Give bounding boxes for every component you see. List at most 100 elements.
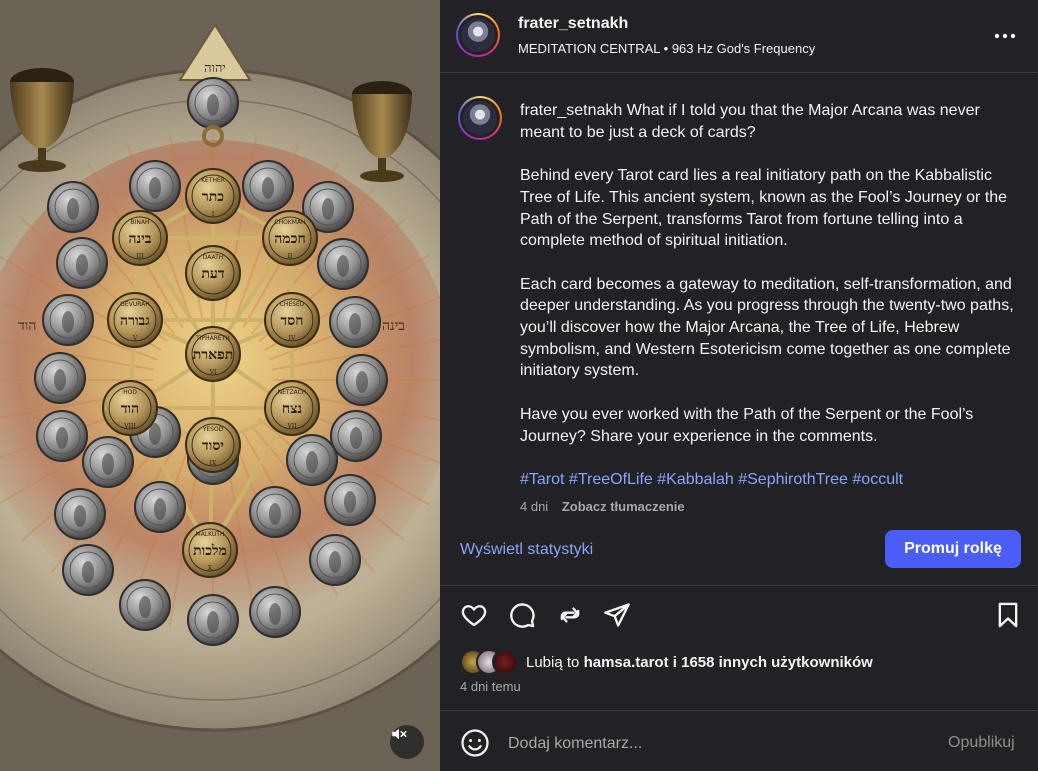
tarot-coin bbox=[34, 352, 86, 404]
likes-text: Lubią to hamsa.tarot i 1658 innych użytk… bbox=[526, 654, 873, 671]
caption-time[interactable]: 4 dni bbox=[520, 499, 548, 514]
likes-count[interactable]: i 1658 innych użytkowników bbox=[673, 654, 873, 671]
tree-of-life-photo: יהוה כתרKETHERIבינהBINAHIIIחכמהCHOKMAHII… bbox=[0, 0, 440, 771]
svg-text:VII: VII bbox=[286, 423, 297, 430]
caption-avatar[interactable] bbox=[458, 96, 502, 140]
caption-paragraph: Each card becomes a gateway to meditatio… bbox=[520, 275, 1014, 380]
comment-input[interactable] bbox=[506, 731, 910, 757]
tarot-coin bbox=[249, 586, 301, 638]
svg-text:דעת: דעת bbox=[201, 266, 224, 282]
svg-text:TIPHARETH: TIPHARETH bbox=[195, 335, 230, 342]
caption-meta: 4 dni Zobacz tłumaczenie bbox=[520, 499, 685, 514]
tarot-coin bbox=[62, 544, 114, 596]
caption-paragraph: Behind every Tarot card lies a real init… bbox=[520, 167, 1008, 250]
speaker-muted-icon bbox=[392, 728, 407, 740]
svg-text:HOD: HOD bbox=[123, 389, 137, 396]
svg-text:הוד: הוד bbox=[121, 401, 139, 417]
promote-reel-button[interactable]: Promuj rolkę bbox=[885, 530, 1021, 568]
post-timestamp[interactable]: 4 dni temu bbox=[460, 679, 521, 694]
svg-text:CHESED: CHESED bbox=[280, 301, 305, 308]
sephira-coin: תפארת TIPHARETH VI bbox=[185, 326, 241, 382]
tarot-coin bbox=[134, 481, 186, 533]
post-details-panel: frater_setnakh MEDITATION CENTRAL • 963 … bbox=[440, 0, 1038, 771]
hashtag-link[interactable]: #Tarot bbox=[520, 471, 564, 488]
svg-text:IV: IV bbox=[289, 335, 296, 342]
svg-text:חסד: חסד bbox=[281, 313, 304, 329]
svg-text:X: X bbox=[208, 565, 213, 572]
svg-text:CHOKMAH: CHOKMAH bbox=[274, 219, 305, 226]
svg-text:חכמה: חכמה bbox=[274, 231, 305, 247]
tarot-coin bbox=[119, 579, 171, 631]
repost-icon[interactable] bbox=[556, 601, 584, 629]
see-translation-link[interactable]: Zobacz tłumaczenie bbox=[562, 499, 685, 514]
divider bbox=[440, 585, 1038, 586]
svg-text:יסוד: יסוד bbox=[202, 438, 224, 454]
liker-username[interactable]: hamsa.tarot bbox=[584, 654, 669, 671]
tarot-coin bbox=[249, 486, 301, 538]
more-options-icon[interactable] bbox=[992, 25, 1018, 45]
emoji-icon[interactable] bbox=[460, 728, 490, 758]
svg-text:בינה: בינה bbox=[382, 318, 405, 334]
sephira-coin: דעת DAATH bbox=[185, 245, 241, 301]
publish-comment-button[interactable]: Opublikuj bbox=[948, 734, 1015, 752]
tarot-coin bbox=[36, 410, 88, 462]
mute-button[interactable] bbox=[390, 725, 424, 759]
tarot-coin bbox=[242, 160, 294, 212]
comment-icon[interactable] bbox=[508, 601, 536, 629]
tarot-coin bbox=[187, 77, 239, 129]
svg-text:II: II bbox=[288, 253, 293, 260]
svg-text:MALKUTH: MALKUTH bbox=[196, 531, 225, 538]
post-header: frater_setnakh MEDITATION CENTRAL • 963 … bbox=[440, 0, 1038, 73]
tarot-coin bbox=[82, 436, 134, 488]
tarot-coin bbox=[324, 474, 376, 526]
bookmark-icon[interactable] bbox=[994, 601, 1022, 629]
sephira-coin: הוד HOD VIII bbox=[102, 380, 158, 436]
view-insights-link[interactable]: Wyświetl statystyki bbox=[460, 541, 593, 559]
svg-text:יהוה: יהוה bbox=[204, 61, 226, 76]
tarot-coin bbox=[336, 354, 388, 406]
reel-video[interactable]: יהוה כתר KETHER I בינה BINAH III חכמה CHOKMAH II… bbox=[0, 0, 440, 771]
svg-text:VI: VI bbox=[209, 369, 217, 376]
sephira-coin: נצח NETZACH VII bbox=[264, 380, 320, 436]
audio-subtitle[interactable]: MEDITATION CENTRAL • 963 Hz God's Freque… bbox=[518, 41, 815, 56]
send-icon[interactable] bbox=[603, 601, 631, 629]
caption-section: frater_setnakh What if I told you that t… bbox=[440, 72, 1038, 514]
liker-avatar[interactable] bbox=[492, 649, 518, 675]
hashtag-link[interactable]: #Kabbalah bbox=[657, 471, 734, 488]
heart-icon[interactable] bbox=[460, 601, 488, 629]
svg-text:GEVURAH: GEVURAH bbox=[120, 301, 149, 308]
svg-text:תפארת: תפארת bbox=[193, 347, 234, 363]
tarot-coin bbox=[56, 237, 108, 289]
likes-summary: Lubią to hamsa.tarot i 1658 innych użytk… bbox=[460, 649, 873, 675]
tarot-coin bbox=[286, 434, 338, 486]
svg-text:KETHER: KETHER bbox=[201, 177, 225, 184]
author-username[interactable]: frater_setnakh bbox=[518, 15, 628, 33]
svg-text:DAATH: DAATH bbox=[203, 254, 224, 261]
tarot-coin bbox=[54, 488, 106, 540]
sephira-coin: יסוד YESOD IX bbox=[185, 417, 241, 473]
reel-post-view: יהוה כתר KETHER I בינה BINAH III חכמה CHOKMAH II… bbox=[0, 0, 1038, 771]
tarot-coin bbox=[187, 594, 239, 646]
tarot-coin bbox=[309, 534, 361, 586]
tarot-coin bbox=[42, 294, 94, 346]
hashtag-link[interactable]: #TreeOfLife bbox=[569, 471, 653, 488]
hashtag-link[interactable]: #SephirothTree bbox=[738, 471, 848, 488]
svg-text:V: V bbox=[132, 335, 138, 342]
caption-username[interactable]: frater_setnakh bbox=[520, 102, 622, 119]
svg-text:נצח: נצח bbox=[282, 401, 302, 417]
post-caption: frater_setnakh What if I told you that t… bbox=[520, 100, 1020, 512]
svg-text:גבורה: גבורה bbox=[120, 313, 150, 329]
author-avatar[interactable] bbox=[456, 13, 500, 57]
hashtag-link[interactable]: #occult bbox=[852, 471, 903, 488]
tarot-coin bbox=[330, 410, 382, 462]
svg-text:BINAH: BINAH bbox=[131, 219, 150, 226]
divider bbox=[440, 710, 1038, 711]
tarot-coin bbox=[129, 160, 181, 212]
hashtags: #Tarot #TreeOfLife #Kabbalah #SephirothT… bbox=[520, 469, 1020, 491]
svg-text:מלכות: מלכות bbox=[193, 543, 227, 559]
svg-text:YESOD: YESOD bbox=[202, 426, 224, 433]
caption-paragraph: Have you ever worked with the Path of th… bbox=[520, 405, 974, 445]
tarot-coin bbox=[329, 296, 381, 348]
sephira-coin: מלכות MALKUTH X bbox=[182, 522, 238, 578]
sephira-coin: חכמה CHOKMAH II bbox=[262, 210, 318, 266]
